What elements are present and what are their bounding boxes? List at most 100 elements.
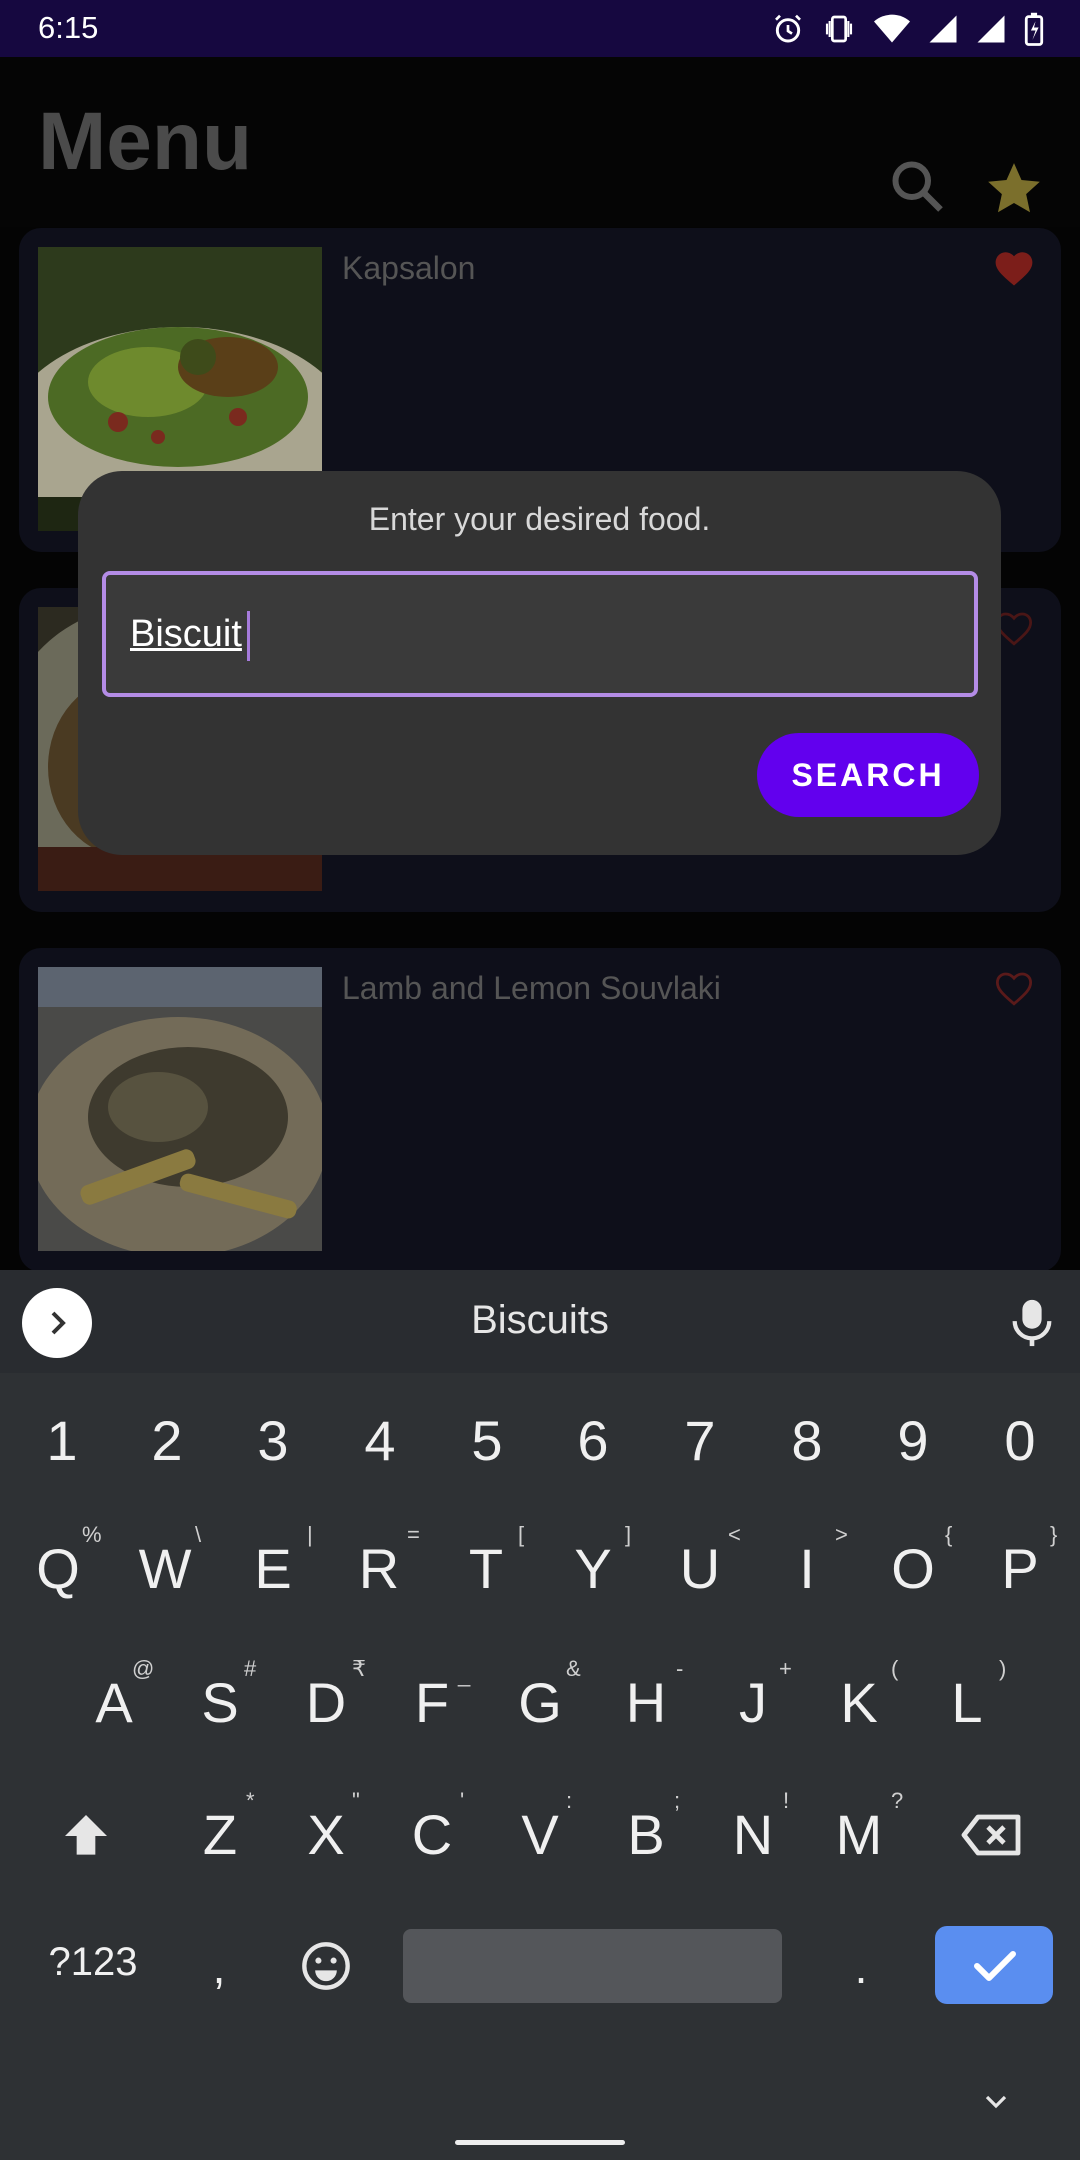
key-q[interactable]: Q% [28,1522,101,1601]
key-p[interactable]: P} [990,1522,1057,1601]
key-g[interactable]: G & [510,1656,580,1735]
key-hint: _ [458,1662,471,1687]
comma-key[interactable]: , [204,1940,234,1994]
key-0[interactable]: 0 [990,1408,1050,1473]
key-u[interactable]: U < [670,1522,741,1601]
key-label: R [358,1537,400,1600]
key-label: Q [36,1537,80,1600]
key-6[interactable]: 6 [563,1408,623,1473]
key-i[interactable]: I > [777,1522,848,1601]
heart-outline-icon[interactable] [993,968,1035,1008]
key-z[interactable]: Z * [190,1788,255,1867]
input-value: Biscuit [130,613,242,655]
status-icons [772,12,1044,46]
shift-key[interactable] [58,1808,114,1864]
key-label: V [521,1803,559,1866]
key-5[interactable]: 5 [457,1408,517,1473]
key-4[interactable]: 4 [350,1408,410,1473]
key-hint: { [945,1522,953,1547]
key-hint: " [352,1788,360,1813]
key-e[interactable]: E | [243,1522,312,1601]
battery-icon [1024,12,1044,46]
key-hint: + [779,1656,792,1681]
key-a[interactable]: A @ [84,1656,154,1735]
key-b[interactable]: B; [616,1788,680,1867]
key-s[interactable]: S # [190,1656,256,1735]
key-hint: ' [460,1788,465,1813]
key-1[interactable]: 1 [32,1408,92,1473]
key-x[interactable]: X " [296,1788,360,1867]
key-8[interactable]: 8 [777,1408,837,1473]
key-hint: % [82,1522,102,1547]
alarm-icon [775,14,801,43]
key-r[interactable]: R = [349,1522,420,1601]
signal-icon [929,15,957,43]
key-label: T [468,1537,504,1600]
food-name: Lamb and Lemon Souvlaki [342,970,721,1006]
key-hint: \ [195,1522,202,1547]
vibrate-icon [825,15,853,43]
checkmark-icon [974,1951,1016,1981]
key-label: K [840,1671,878,1734]
symbols-key[interactable]: ?123 [36,1940,150,1985]
key-c[interactable]: C ' [402,1788,464,1867]
microphone-icon[interactable] [1010,1298,1054,1348]
period-key[interactable]: . [846,1940,876,1994]
signal-2-icon [977,15,1005,43]
key-hint: & [566,1656,581,1681]
status-bar: 6:15 [0,0,1080,57]
suggestion-word[interactable]: Biscuits [0,1298,1080,1343]
key-hint: ] [625,1522,632,1547]
key-9[interactable]: 9 [883,1408,943,1473]
key-d[interactable]: D ₹ [296,1656,366,1735]
key-3[interactable]: 3 [243,1408,303,1473]
status-time: 6:15 [38,10,99,45]
key-label: A [95,1671,133,1734]
space-key[interactable] [403,1929,782,2003]
key-n[interactable]: N! [723,1788,789,1867]
key-y[interactable]: Y] [563,1522,631,1601]
key-label: J [739,1671,767,1734]
key-hint: | [307,1522,313,1547]
enter-key[interactable] [935,1926,1053,2004]
key-v[interactable]: V: [510,1788,572,1867]
key-t[interactable]: T[ [456,1522,524,1601]
search-icon[interactable] [888,157,948,217]
menu-card[interactable]: Lamb and Lemon Souvlaki [19,948,1061,1270]
key-label: S [201,1671,239,1734]
key-hint: ? [891,1788,904,1813]
key-k[interactable]: K( [829,1656,898,1735]
emoji-key[interactable] [300,1940,352,1992]
search-dialog: Enter your desired food. Biscuit SEARCH [78,471,1001,855]
backspace-key[interactable] [960,1810,1024,1860]
key-f[interactable]: F _ [402,1662,470,1735]
favorites-star-icon[interactable] [983,158,1045,220]
key-o[interactable]: O{ [883,1522,952,1601]
key-2[interactable]: 2 [137,1408,197,1473]
key-label: P [1001,1537,1039,1600]
key-label: L [951,1671,983,1734]
key-w[interactable]: W \ [135,1522,202,1601]
heart-filled-icon[interactable] [993,248,1035,288]
hide-keyboard-button[interactable] [978,2090,1014,2114]
key-hint: : [566,1788,573,1813]
food-name: Kapsalon [342,250,476,286]
chevron-down-icon [985,2095,1007,2109]
key-7[interactable]: 7 [670,1408,730,1473]
key-hint: ; [674,1788,681,1813]
text-cursor [247,611,250,661]
key-m[interactable]: M? [829,1788,904,1867]
key-j[interactable]: J + [723,1656,792,1735]
search-button[interactable]: SEARCH [757,733,979,817]
key-h[interactable]: H- [616,1656,684,1735]
key-hint: ₹ [352,1656,366,1681]
gesture-nav-handle[interactable] [455,2140,625,2145]
shift-icon [65,1815,107,1855]
wifi-icon [874,14,910,43]
key-label: H [625,1671,667,1734]
food-search-input[interactable]: Biscuit [102,571,978,697]
key-label: O [891,1537,935,1600]
key-label: M [835,1803,883,1866]
key-l[interactable]: L) [937,1656,1006,1735]
suggestion-strip: Biscuits [0,1270,1080,1373]
